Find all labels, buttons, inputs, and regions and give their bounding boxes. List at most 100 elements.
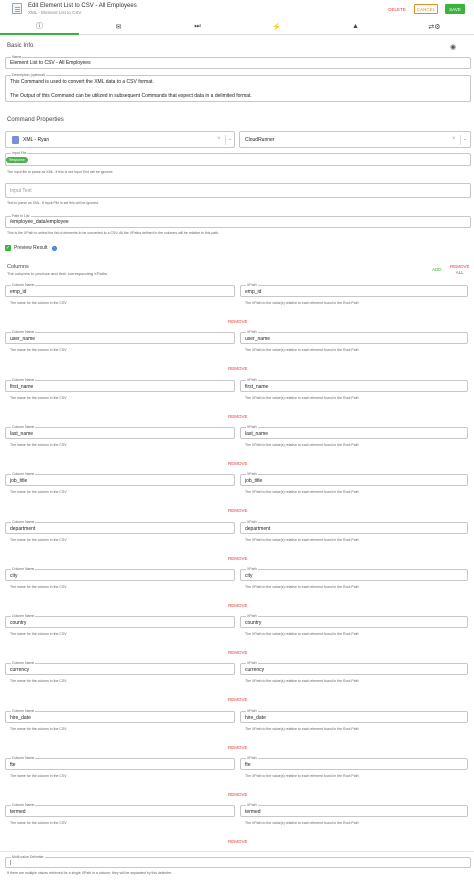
name-value: Element List to CSV - All Employees	[10, 60, 91, 66]
xpath-helper: The XPath to the value(s) relative to ea…	[245, 821, 359, 825]
xpath-field[interactable]: XPath user_name	[240, 330, 468, 344]
column-name-field-label: Column Name	[11, 567, 36, 571]
xpath-helper: The XPath to the value(s) relative to ea…	[245, 679, 359, 683]
column-name-helper: The name for the column in the CSV	[10, 301, 67, 305]
save-button[interactable]: SAVE	[445, 4, 465, 14]
remove-column-button[interactable]: REMOVE	[228, 461, 248, 466]
xpath-field[interactable]: XPath termed	[240, 803, 468, 817]
description-line-1: This Command is used to convert the XML …	[10, 79, 154, 85]
chevron-down-icon[interactable]: ⌄	[463, 136, 467, 142]
column-name-field-value: first_name	[10, 384, 34, 390]
column-name-field-value: user_name	[10, 336, 36, 342]
xpath-field-value: last_name	[245, 431, 269, 437]
column-name-field[interactable]: Column Name country	[5, 614, 235, 628]
page-subtitle: XML - Element List to CSV	[28, 10, 82, 15]
help-icon[interactable]: ?	[52, 246, 57, 251]
xpath-field[interactable]: XPath emp_id	[240, 283, 468, 297]
xpath-field[interactable]: XPath city	[240, 567, 468, 581]
xpath-field-label: XPath	[246, 614, 258, 618]
column-name-field[interactable]: Column Name termed	[5, 803, 235, 817]
column-name-field-label: Column Name	[11, 803, 36, 807]
remove-column-button[interactable]: REMOVE	[228, 839, 248, 844]
runner-select[interactable]: CloudRunner × ⌄	[239, 131, 471, 148]
name-field[interactable]: Name Element List to CSV - All Employees	[5, 55, 471, 69]
remove-column-button[interactable]: REMOVE	[228, 508, 248, 513]
input-file-field[interactable]: Input File	[5, 151, 471, 166]
info-icon: ⓘ	[36, 22, 43, 30]
tab-warning[interactable]: ▲	[316, 18, 395, 35]
remove-column-button[interactable]: REMOVE	[228, 697, 248, 702]
remove-column-button[interactable]: REMOVE	[228, 556, 248, 561]
xpath-field[interactable]: XPath last_name	[240, 425, 468, 439]
column-name-field[interactable]: Column Name job_title	[5, 472, 235, 486]
xpath-field[interactable]: XPath hire_date	[240, 709, 468, 723]
remove-column-button[interactable]: REMOVE	[228, 745, 248, 750]
clear-icon[interactable]: ×	[217, 136, 221, 142]
chevron-down-icon[interactable]: ⌄	[228, 136, 232, 142]
xpath-field-value: hire_date	[245, 715, 266, 721]
column-name-field[interactable]: Column Name hire_date	[5, 709, 235, 723]
xpath-field-value: fte	[245, 762, 251, 768]
tab-lightning[interactable]: ⚡	[237, 18, 316, 35]
column-name-field-value: last_name	[10, 431, 34, 437]
name-label: Name	[11, 55, 23, 59]
xpath-field[interactable]: XPath fte	[240, 756, 468, 770]
tab-sync[interactable]: ⇄⚙	[395, 18, 474, 35]
remove-column-button[interactable]: REMOVE	[228, 650, 248, 655]
xpath-helper: The XPath to the value(s) relative to ea…	[245, 538, 359, 542]
delete-button[interactable]: DELETE	[386, 4, 408, 14]
xpath-field[interactable]: XPath country	[240, 614, 468, 628]
xpath-field-label: XPath	[246, 330, 258, 334]
tab-info[interactable]: ⓘ	[0, 18, 79, 35]
multi-value-helper: If there are multiple values retrieved f…	[7, 871, 172, 875]
column-name-field-label: Column Name	[11, 283, 36, 287]
column-name-field[interactable]: Column Name fte	[5, 756, 235, 770]
remove-column-button[interactable]: REMOVE	[228, 319, 248, 324]
xpath-field[interactable]: XPath currency	[240, 661, 468, 675]
column-name-helper: The name for the column in the CSV	[10, 727, 67, 731]
column-name-field[interactable]: Column Name currency	[5, 661, 235, 675]
remove-column-button[interactable]: REMOVE	[228, 792, 248, 797]
cancel-button[interactable]: CANCEL	[414, 4, 438, 14]
column-name-helper: The name for the column in the CSV	[10, 679, 67, 683]
column-name-helper: The name for the column in the CSV	[10, 443, 67, 447]
xpath-field-label: XPath	[246, 567, 258, 571]
remove-column-button[interactable]: REMOVE	[228, 603, 248, 608]
clear-icon[interactable]: ×	[452, 136, 456, 142]
xpath-field[interactable]: XPath job_title	[240, 472, 468, 486]
preview-label: Preview Result	[14, 245, 48, 251]
xpath-field-label: XPath	[246, 661, 258, 665]
warning-icon: ▲	[352, 23, 359, 30]
xpath-field-label: XPath	[246, 520, 258, 524]
column-name-field[interactable]: Column Name department	[5, 520, 235, 534]
input-file-chip[interactable]: Response	[6, 157, 28, 163]
add-column-button[interactable]: ADD	[432, 267, 442, 272]
tab-skip[interactable]: ⏭	[158, 18, 237, 35]
xpath-field-value: city	[245, 573, 253, 579]
remove-all-button[interactable]: REMOVE ALL	[450, 264, 470, 276]
remove-column-button[interactable]: REMOVE	[228, 414, 248, 419]
xpath-field-label: XPath	[246, 283, 258, 287]
column-name-field-label: Column Name	[11, 378, 36, 382]
input-text-field[interactable]: Input Text	[5, 183, 471, 198]
multi-value-label: Multi-value Delimiter	[11, 855, 45, 859]
xml-file-icon	[12, 136, 19, 144]
eye-icon[interactable]: ◉	[450, 43, 456, 51]
column-name-field[interactable]: Column Name emp_id	[5, 283, 235, 297]
column-name-field[interactable]: Column Name user_name	[5, 330, 235, 344]
tab-mail[interactable]: ✉	[79, 18, 158, 35]
path-field[interactable]: Path to List /employee_data/employee	[5, 214, 471, 228]
column-name-helper: The name for the column in the CSV	[10, 774, 67, 778]
column-name-field[interactable]: Column Name first_name	[5, 378, 235, 392]
description-field[interactable]: Description (optional) This Command is u…	[5, 73, 471, 102]
preview-checkbox[interactable]: ✓	[5, 245, 11, 251]
columns-subtitle: The columns to produce and their corresp…	[7, 271, 108, 276]
column-name-field[interactable]: Column Name last_name	[5, 425, 235, 439]
multi-value-delimiter-field[interactable]: Multi-value Delimiter |	[5, 855, 471, 868]
xpath-field[interactable]: XPath first_name	[240, 378, 468, 392]
remove-column-button[interactable]: REMOVE	[228, 366, 248, 371]
column-name-field[interactable]: Column Name city	[5, 567, 235, 581]
xpath-field-value: termed	[245, 809, 261, 815]
source-select[interactable]: XML - Ryan × ⌄	[5, 131, 235, 148]
xpath-field[interactable]: XPath department	[240, 520, 468, 534]
